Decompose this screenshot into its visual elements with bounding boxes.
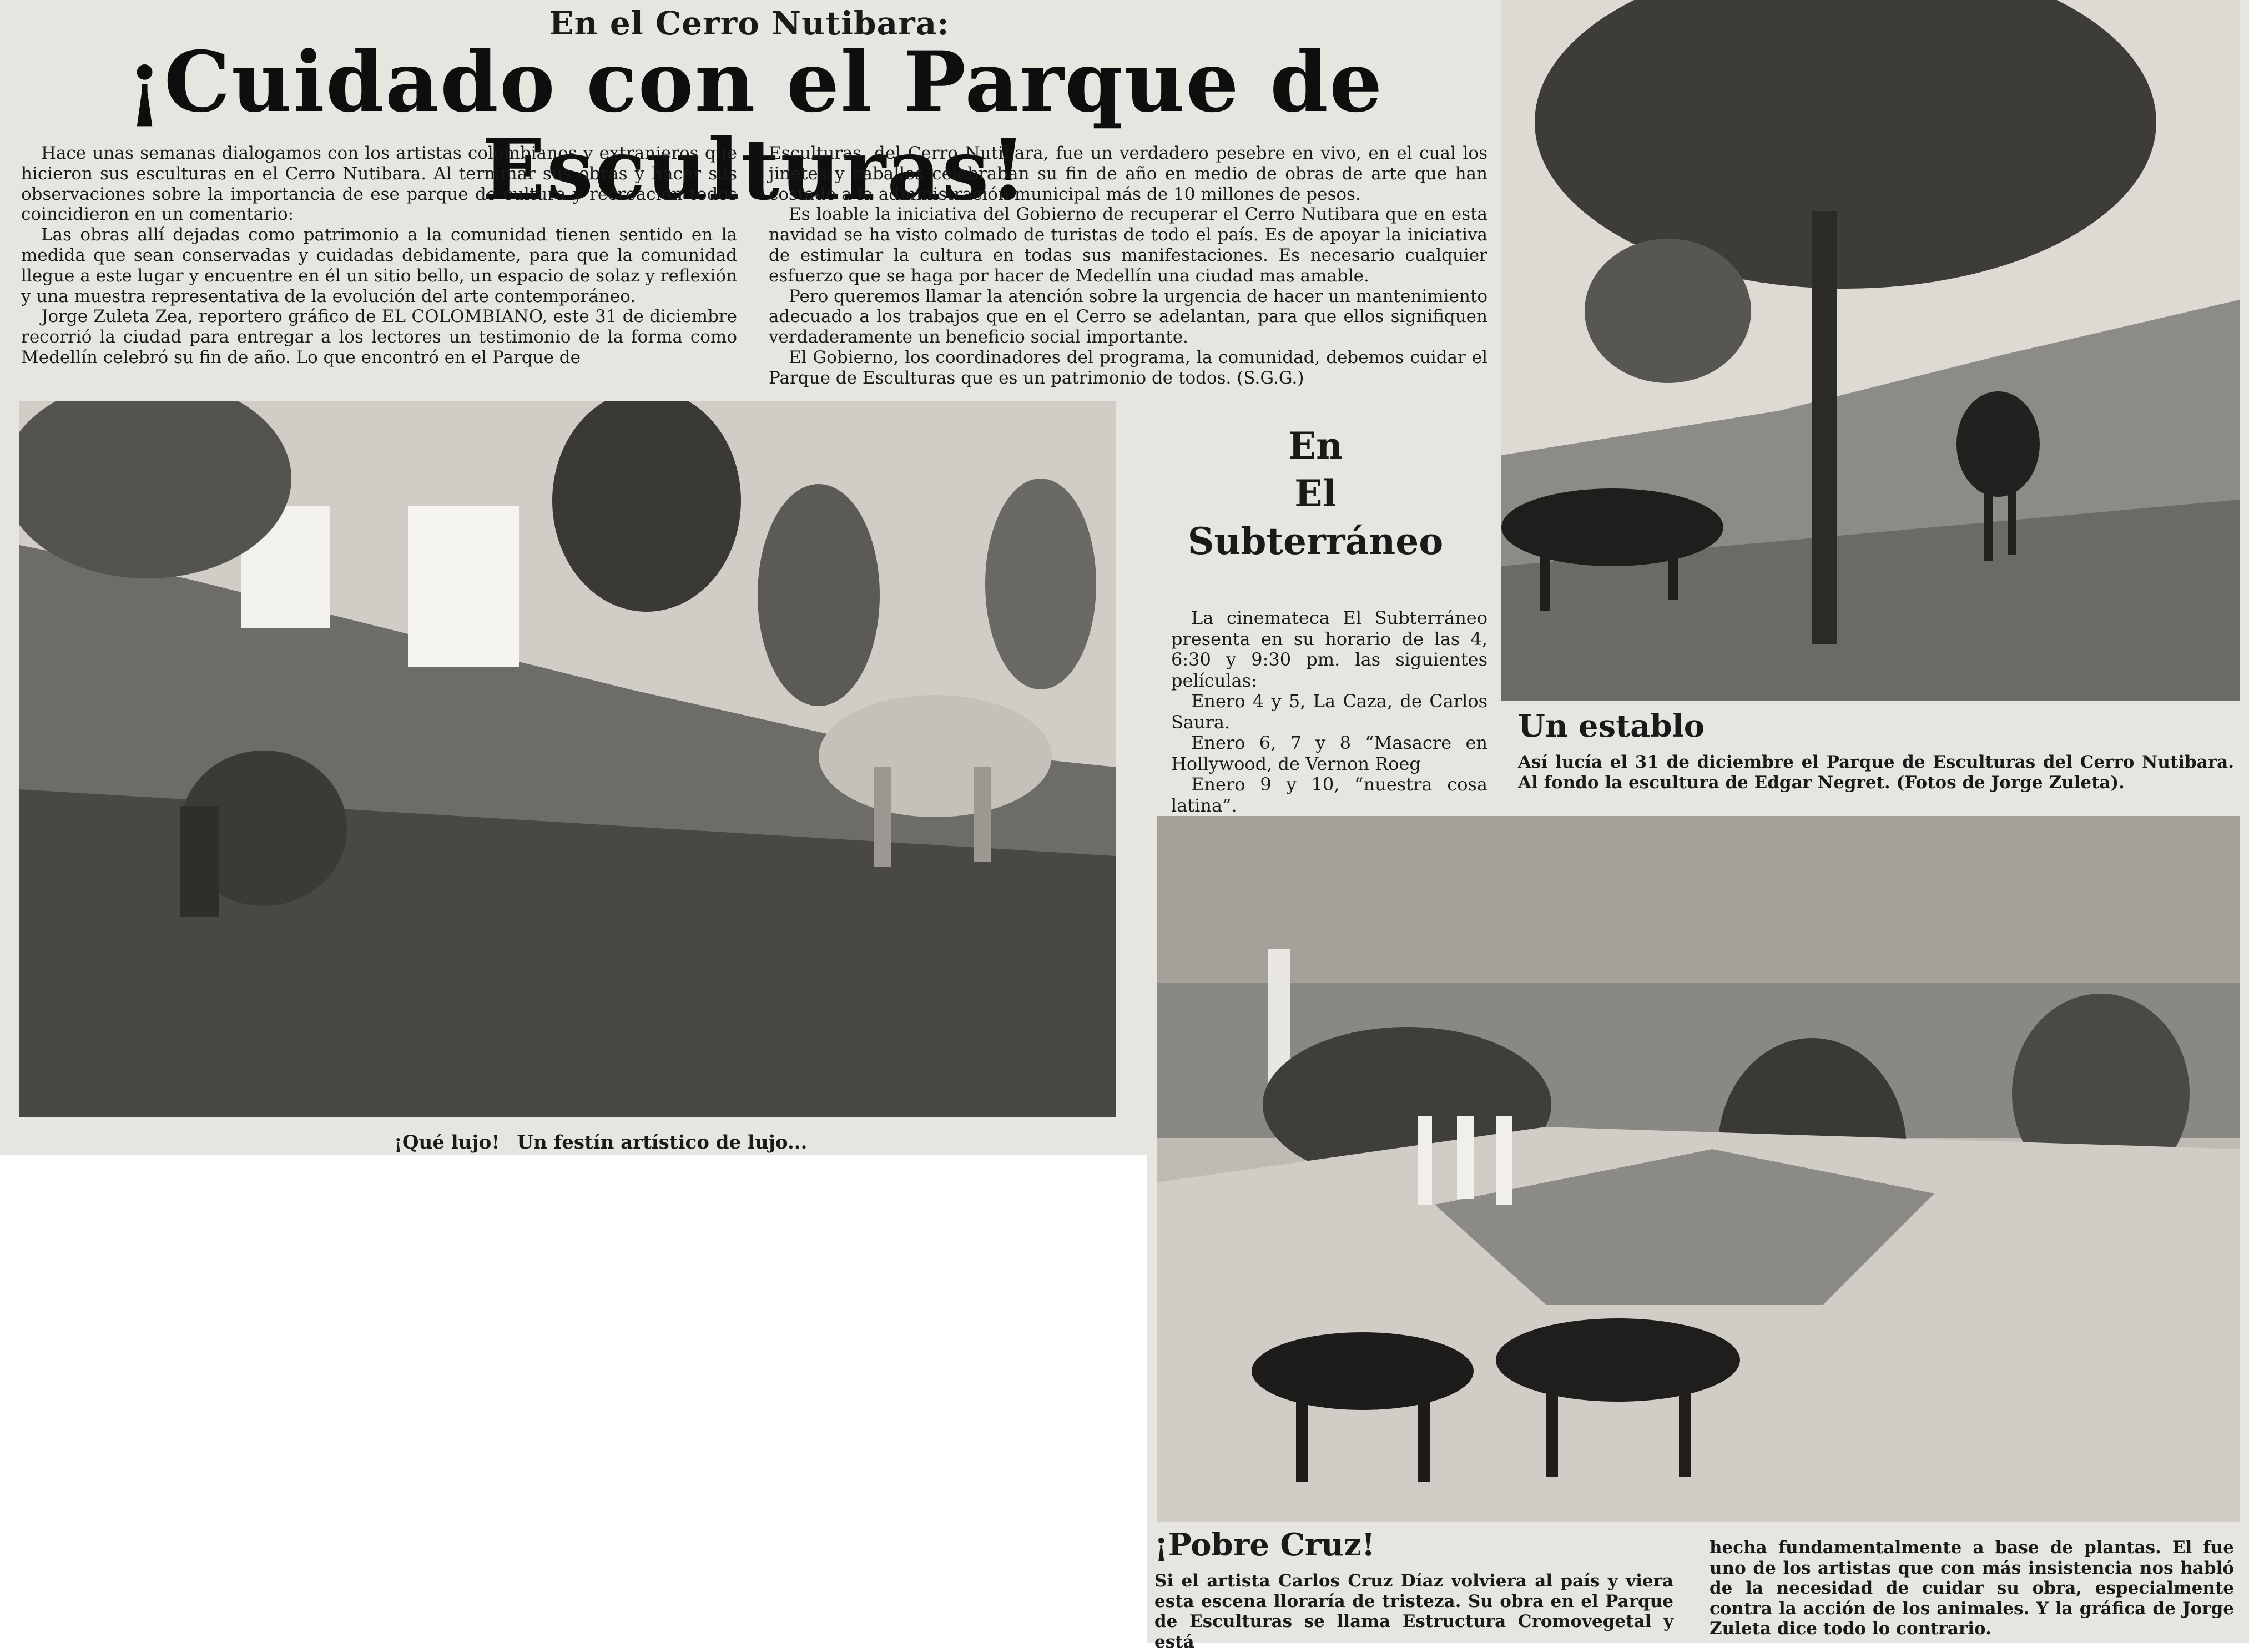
paragraph: Hace unas semanas dialogamos con los art…: [21, 143, 737, 225]
caption-lead: ¡Qué lujo!: [394, 1131, 500, 1154]
establo-caption: Así lucía el 31 de diciembre el Parque d…: [1518, 752, 2234, 793]
cinema-title-line: El: [1294, 472, 1337, 515]
paragraph: Es loable la iniciativa del Gobierno de …: [769, 204, 1487, 286]
article-column-1: Hace unas semanas dialogamos con los art…: [21, 143, 737, 368]
cinema-listing: La cinemateca El Subterráneo presenta en…: [1171, 607, 1487, 816]
paragraph: Las obras allí dejadas como patrimonio a…: [21, 225, 737, 306]
paragraph: El Gobierno, los coordinadores del progr…: [769, 347, 1487, 388]
photo-horses-city: [1157, 816, 2240, 1522]
photo-donkey-horse: [19, 401, 1116, 1117]
cinema-paragraph: Enero 9 y 10, “nuestra cosa latina”.: [1171, 774, 1487, 816]
cinema-title-line: Subterráneo: [1187, 520, 1444, 563]
photo-left-caption: ¡Qué lujo! Un festín artístico de lujo..…: [394, 1131, 807, 1154]
cinema-title: En El Subterráneo: [1171, 422, 1460, 565]
pobre-cruz-column-1: Si el artista Carlos Cruz Díaz volviera …: [1154, 1571, 1673, 1652]
cinema-paragraph: Enero 4 y 5, La Caza, de Carlos Saura.: [1171, 691, 1487, 733]
paragraph: Esculturas, del Cerro Nutibara, fue un v…: [769, 143, 1487, 204]
article-column-2: Esculturas, del Cerro Nutibara, fue un v…: [769, 143, 1487, 389]
caption-text: Un festín artístico de lujo...: [517, 1131, 808, 1154]
cinema-paragraph: Enero 6, 7 y 8 “Masacre en Hollywood, de…: [1171, 732, 1487, 774]
pobre-cruz-column-2: hecha fundamentalmente a base de plantas…: [1710, 1538, 2234, 1639]
cinema-paragraph: La cinemateca El Subterráneo presenta en…: [1171, 607, 1487, 691]
cinema-title-line: En: [1288, 424, 1343, 467]
paragraph: Pero queremos llamar la atención sobre l…: [769, 286, 1487, 347]
establo-title: Un establo: [1518, 708, 1705, 744]
pobre-cruz-title: ¡Pobre Cruz!: [1154, 1527, 1375, 1563]
paragraph: Jorge Zuleta Zea, reportero gráfico de E…: [21, 306, 737, 367]
photo-horses-tree: [1501, 0, 2240, 701]
